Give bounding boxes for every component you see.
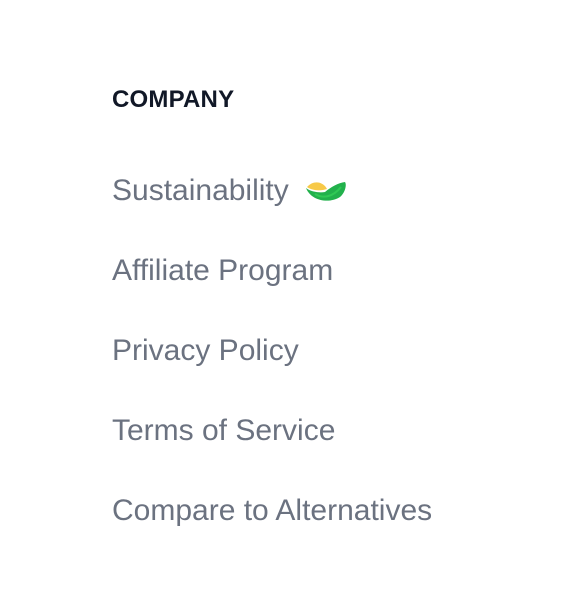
- privacy-policy-link[interactable]: Privacy Policy: [112, 334, 299, 368]
- list-item-sustainability: Sustainability: [112, 171, 347, 211]
- sustainability-link[interactable]: Sustainability: [112, 174, 347, 208]
- list-item-affiliate: Affiliate Program: [112, 251, 333, 291]
- leaf-icon: [305, 177, 347, 205]
- terms-of-service-link[interactable]: Terms of Service: [112, 414, 335, 448]
- list-item-terms: Terms of Service: [112, 411, 335, 451]
- list-item-privacy: Privacy Policy: [112, 331, 299, 371]
- section-heading: COMPANY: [112, 86, 235, 113]
- compare-alternatives-link[interactable]: Compare to Alternatives: [112, 494, 432, 528]
- affiliate-program-link[interactable]: Affiliate Program: [112, 254, 333, 288]
- list-item-compare: Compare to Alternatives: [112, 491, 432, 531]
- sustainability-link-label: Sustainability: [112, 174, 289, 207]
